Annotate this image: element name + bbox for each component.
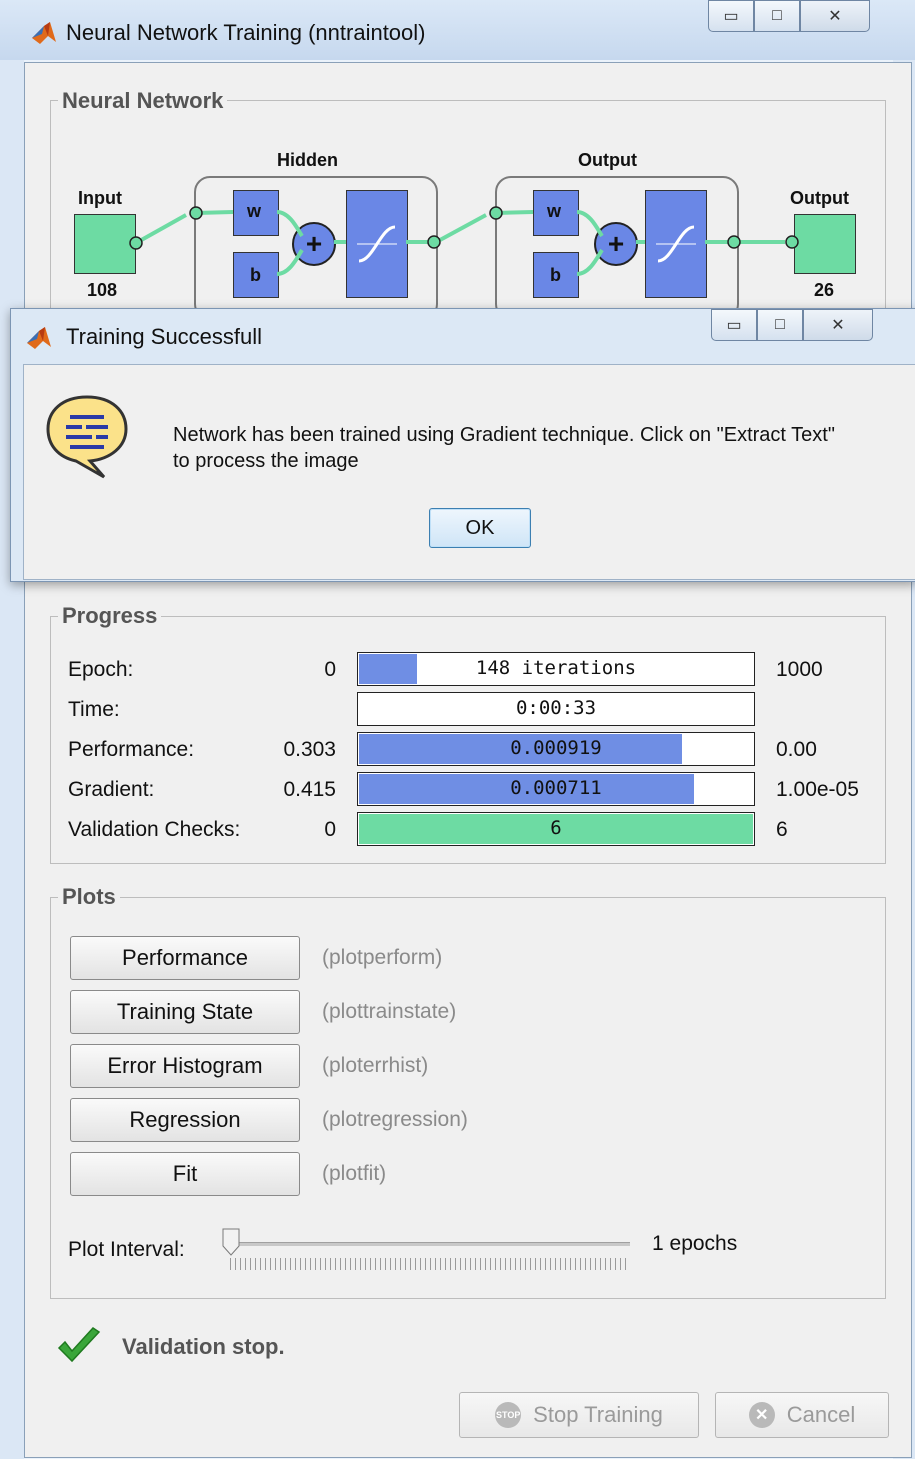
network-connections xyxy=(129,206,799,276)
plot-interval-label: Plot Interval: xyxy=(68,1238,185,1261)
dialog-caption-buttons: ▭ □ ✕ xyxy=(711,309,873,341)
plot-interval-slider[interactable] xyxy=(222,1228,630,1272)
cancel-button[interactable]: ✕ Cancel xyxy=(715,1392,889,1438)
progress-label: Gradient: xyxy=(68,778,155,801)
dialog-close-button[interactable]: ✕ xyxy=(803,309,873,341)
main-window: Neural Network Training (nntraintool) ▭ … xyxy=(0,0,915,1459)
plot-function-name: (plottrainstate) xyxy=(322,1000,457,1023)
dialog-maximize-button[interactable]: □ xyxy=(757,309,803,341)
button-label: Training State xyxy=(116,999,254,1024)
dialog-title-bar[interactable]: Training Successfull ▭ □ ✕ xyxy=(11,309,915,364)
progress-min: 0 xyxy=(324,658,336,681)
checkmark-icon xyxy=(56,1326,102,1372)
button-label: Performance xyxy=(122,945,248,970)
plot-function-name: (ploterrhist) xyxy=(322,1054,429,1077)
dialog-message-line-2: to process the image xyxy=(173,450,359,472)
close-icon: ✕ xyxy=(831,317,845,334)
progress-group-label: Progress xyxy=(58,603,162,629)
minimize-icon: ▭ xyxy=(726,317,742,334)
training-state-plot-button[interactable]: Training State xyxy=(70,990,300,1034)
progress-bar-text: 0.000919 xyxy=(510,737,602,759)
performance-plot-button[interactable]: Performance xyxy=(70,936,300,980)
plots-group-label: Plots xyxy=(58,884,120,910)
error-histogram-plot-button[interactable]: Error Histogram xyxy=(70,1044,300,1088)
ok-button[interactable]: OK xyxy=(429,508,531,548)
message-bubble-icon xyxy=(42,391,132,489)
progress-max: 0.00 xyxy=(776,738,817,761)
progress-label: Time: xyxy=(68,698,120,721)
plot-interval-value: 1 epochs xyxy=(652,1232,738,1255)
regression-plot-button[interactable]: Regression xyxy=(70,1098,300,1142)
button-label: Error Histogram xyxy=(107,1053,263,1078)
progress-bar: 0.000919 xyxy=(357,732,755,766)
dialog-minimize-button[interactable]: ▭ xyxy=(711,309,757,341)
progress-max: 1.00e-05 xyxy=(776,778,859,801)
plot-function-name: (plotperform) xyxy=(322,946,443,969)
progress-bar-text: 148 iterations xyxy=(475,657,637,679)
matlab-logo-icon xyxy=(25,323,55,357)
status-text: Validation stop. xyxy=(122,1334,285,1359)
button-label: Cancel xyxy=(786,1402,856,1427)
progress-min: 0.303 xyxy=(283,738,336,761)
progress-max: 6 xyxy=(776,818,788,841)
slider-thumb[interactable] xyxy=(222,1228,240,1256)
progress-bar: 0:00:33 xyxy=(357,692,755,726)
cancel-icon: ✕ xyxy=(748,1402,775,1428)
button-label: Fit xyxy=(172,1161,198,1186)
progress-bar-text: 6 xyxy=(550,817,562,839)
progress-min: 0.415 xyxy=(283,778,336,801)
progress-min: 0 xyxy=(324,818,336,841)
progress-bar: 0.000711 xyxy=(357,772,755,806)
button-label: Stop Training xyxy=(533,1402,663,1427)
dialog-title: Training Successfull xyxy=(66,324,263,349)
dialog-message-line-1: Network has been trained using Gradient … xyxy=(173,424,835,446)
progress-bar: 6 xyxy=(357,812,755,846)
slider-track xyxy=(230,1242,630,1246)
progress-label: Performance: xyxy=(68,738,195,761)
button-label: OK xyxy=(465,516,495,539)
fit-plot-button[interactable]: Fit xyxy=(70,1152,300,1196)
progress-bar-text: 0:00:33 xyxy=(515,697,597,719)
stop-training-button[interactable]: STOP Stop Training xyxy=(459,1392,699,1438)
dialog-body: Network has been trained using Gradient … xyxy=(23,364,915,580)
progress-bar-text: 0.000711 xyxy=(510,777,602,799)
maximize-icon: □ xyxy=(775,316,785,333)
plot-function-name: (plotfit) xyxy=(322,1162,387,1185)
plot-function-name: (plotregression) xyxy=(322,1108,468,1131)
progress-label: Epoch: xyxy=(68,658,134,681)
slider-ticks xyxy=(230,1258,630,1270)
training-successful-dialog: Training Successfull ▭ □ ✕ Network has b… xyxy=(10,308,915,582)
slider-thumb-shape xyxy=(222,1228,240,1256)
stop-icon: STOP xyxy=(495,1402,522,1428)
progress-label: Validation Checks: xyxy=(68,818,241,841)
button-label: Regression xyxy=(129,1107,241,1132)
progress-bar: 148 iterations xyxy=(357,652,755,686)
progress-max: 1000 xyxy=(776,658,823,681)
